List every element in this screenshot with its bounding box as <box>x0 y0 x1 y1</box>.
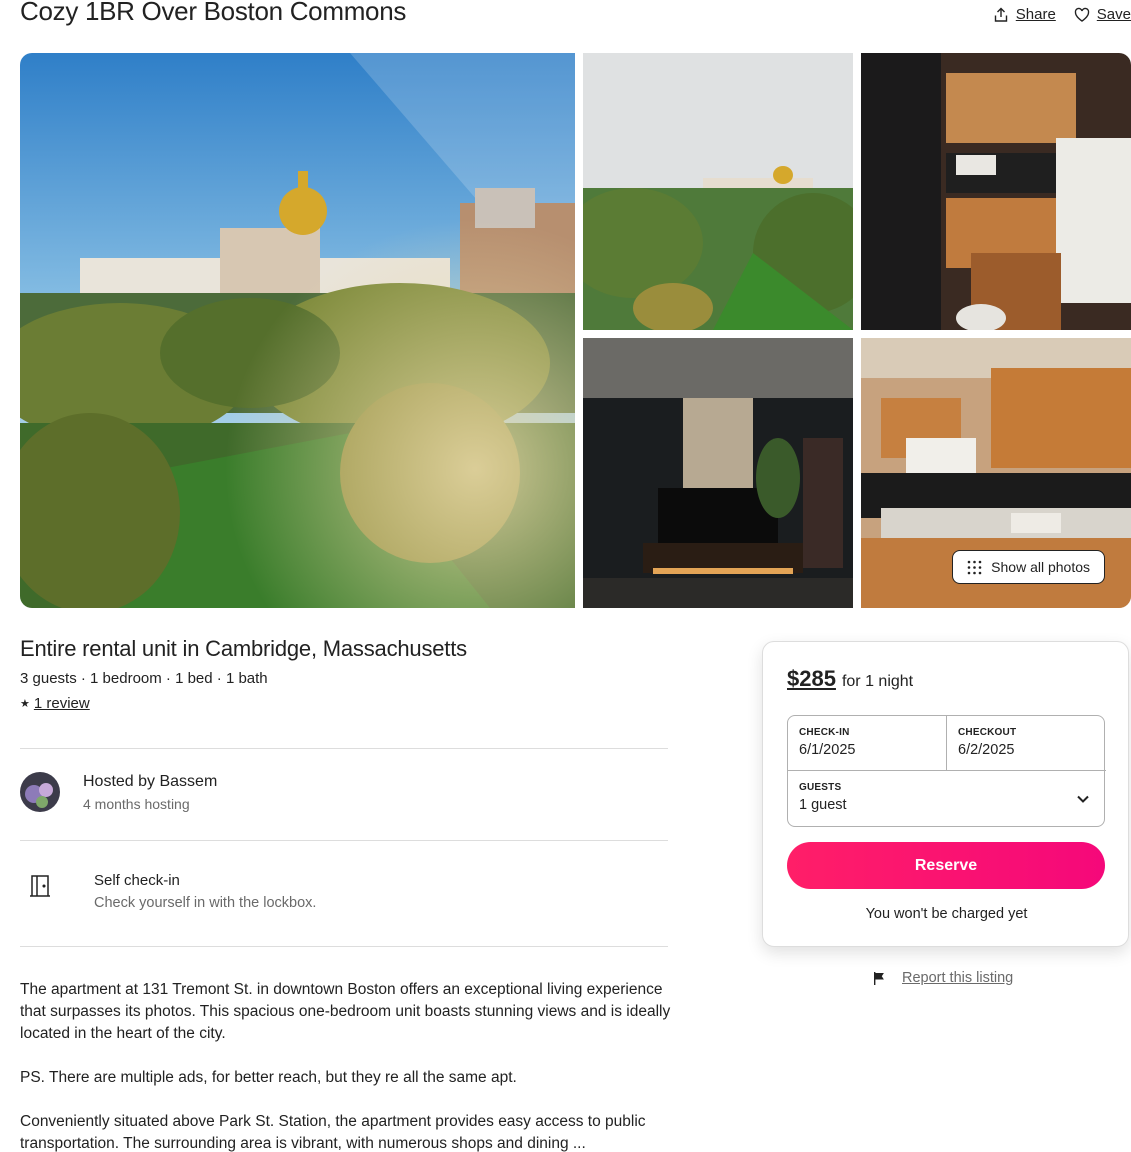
living-room-photo[interactable] <box>583 338 853 608</box>
state-house-view-photo[interactable] <box>20 53 575 608</box>
feature-title: Self check-in <box>94 872 180 889</box>
grid-dots-icon <box>967 560 982 574</box>
divider <box>20 946 668 947</box>
booking-card: $285 for 1 night CHECK-IN 6/1/2025 CHECK… <box>762 641 1129 947</box>
boston-common-overview-photo[interactable] <box>583 53 853 330</box>
heart-icon <box>1074 7 1090 22</box>
show-all-photos-button[interactable]: Show all photos <box>952 550 1105 584</box>
listing-title: Cozy 1BR Over Boston Commons <box>20 0 407 26</box>
save-label: Save <box>1096 6 1131 23</box>
divider <box>20 748 668 749</box>
guests-field[interactable]: GUESTS 1 guest <box>788 771 1104 827</box>
price-row: $285 for 1 night <box>787 666 913 692</box>
host-tenure: 4 months hosting <box>83 795 190 812</box>
divider <box>20 840 668 841</box>
description-paragraph: Conveniently situated above Park St. Sta… <box>20 1113 646 1152</box>
photo-gallery <box>20 53 1131 608</box>
share-icon <box>994 7 1007 22</box>
share-label: Share <box>1015 6 1056 23</box>
nightly-price[interactable]: $285 <box>787 666 836 692</box>
door-icon <box>30 875 50 897</box>
star-icon: ★ <box>20 698 30 710</box>
kitchen-photo[interactable] <box>861 53 1131 330</box>
checkin-value: 6/1/2025 <box>799 742 856 758</box>
review-summary: ★ 1 review <box>20 695 668 712</box>
checkout-label: CHECKOUT <box>958 727 1017 738</box>
checkout-field[interactable]: CHECKOUT 6/2/2025 <box>947 716 1106 771</box>
reserve-button[interactable]: Reserve <box>787 842 1105 889</box>
host-avatar[interactable] <box>20 772 60 812</box>
listing-specs: 3 guests · 1 bedroom · 1 bed · 1 bath <box>20 670 268 687</box>
share-button[interactable]: Share <box>993 6 1056 23</box>
report-listing: Report this listing <box>872 970 1013 986</box>
chevron-down-icon[interactable] <box>1076 792 1090 806</box>
no-charge-note: You won't be charged yet <box>865 906 1028 922</box>
checkout-value: 6/2/2025 <box>958 742 1015 758</box>
save-button[interactable]: Save <box>1074 6 1131 23</box>
listing-description: The apartment at 131 Tremont St. in down… <box>20 979 680 1152</box>
feature-self-checkin: Self check-in Check yourself in with the… <box>20 872 316 911</box>
checkin-label: CHECK-IN <box>799 727 850 738</box>
report-listing-link[interactable]: Report this listing <box>902 970 1013 986</box>
listing-details: Entire rental unit in Cambridge, Massach… <box>20 636 670 1152</box>
guests-value: 1 guest <box>799 797 847 813</box>
guests-label: GUESTS <box>799 782 842 793</box>
listing-subtitle: Entire rental unit in Cambridge, Massach… <box>20 636 467 661</box>
price-unit: for 1 night <box>841 673 914 690</box>
flag-icon <box>874 971 884 985</box>
host-section: Hosted by Bassem 4 months hosting <box>20 772 217 812</box>
description-paragraph: PS. There are multiple ads, for better r… <box>20 1069 517 1086</box>
date-guest-picker: CHECK-IN 6/1/2025 CHECKOUT 6/2/2025 GUES… <box>787 715 1106 827</box>
description-paragraph: The apartment at 131 Tremont St. in down… <box>20 981 671 1042</box>
show-all-photos-label: Show all photos <box>991 559 1090 575</box>
header-actions: Share Save <box>993 6 1131 23</box>
checkin-field[interactable]: CHECK-IN 6/1/2025 <box>788 716 947 771</box>
feature-subtitle: Check yourself in with the lockbox. <box>94 895 317 911</box>
reviews-link[interactable]: 1 review <box>34 695 90 712</box>
host-name: Hosted by Bassem <box>83 772 218 790</box>
